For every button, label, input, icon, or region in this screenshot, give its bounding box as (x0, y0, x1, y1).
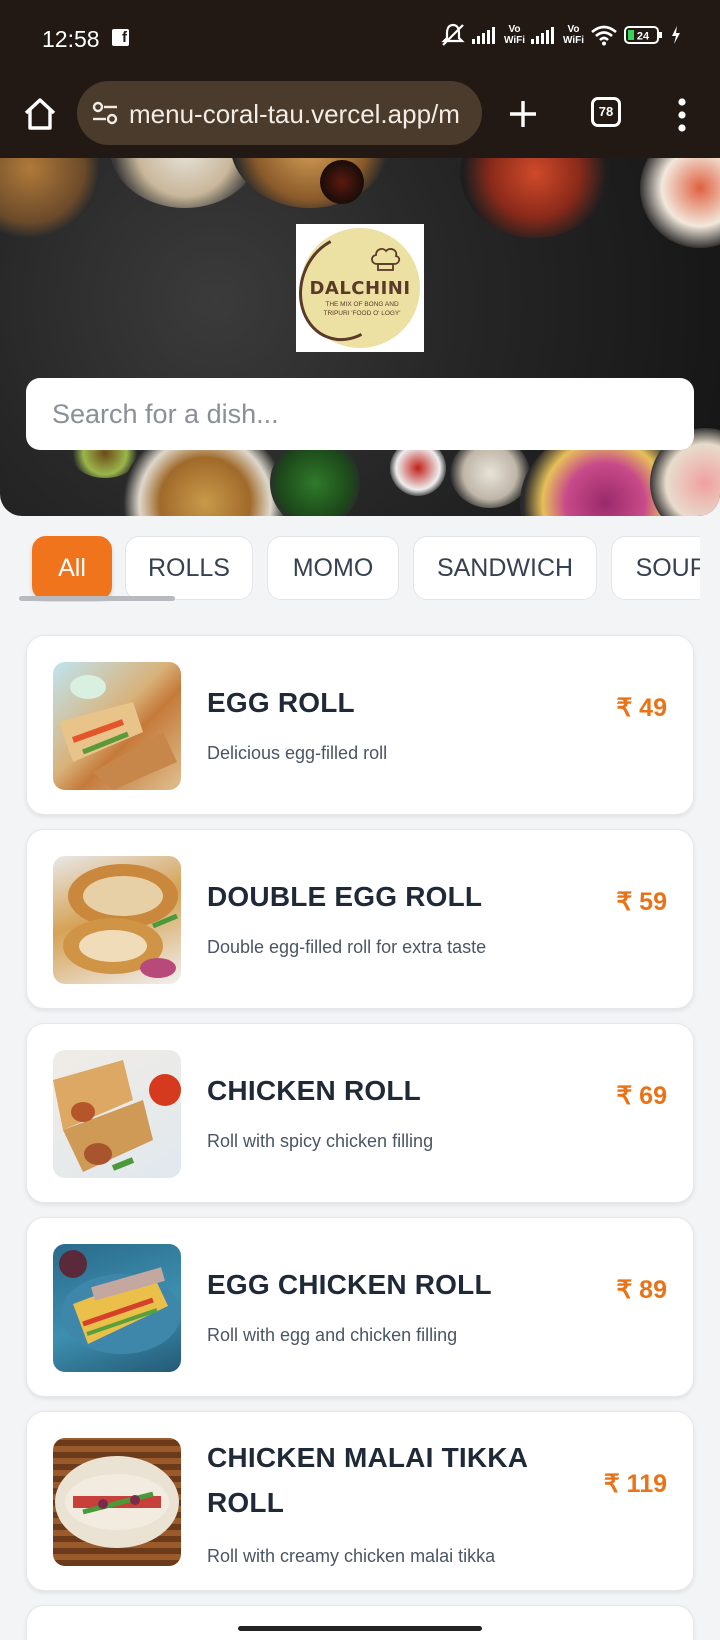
menu-item-description: Roll with spicy chicken filling (207, 1131, 434, 1151)
menu-item-card[interactable]: EGG ROLL Delicious egg-filled roll ₹ 49 (26, 635, 694, 815)
category-chip-rolls[interactable]: ROLLS (125, 536, 253, 600)
menu-item-name: EGG ROLL (207, 687, 355, 718)
menu-item-price: ₹ 119 (603, 1470, 667, 1498)
vowifi-label-top: Vo (508, 24, 521, 35)
facebook-icon: f (112, 29, 129, 46)
category-chip-all[interactable]: All (32, 536, 112, 600)
category-tabs: All ROLLS MOMO SANDWICH SOUP (0, 536, 700, 602)
menu-item-price: ₹ 89 (616, 1276, 667, 1304)
menu-item-price: ₹ 49 (616, 694, 667, 722)
menu-item-description: Roll with creamy chicken malai tikka (207, 1546, 496, 1566)
menu-item-name: CHICKEN ROLL (207, 1075, 421, 1106)
logo-brand-name: DALCHINI (309, 278, 411, 299)
menu-item-card[interactable]: EGG CHICKEN ROLL Roll with egg and chick… (26, 1217, 694, 1397)
category-chip-soup[interactable]: SOUP (611, 536, 700, 600)
menu-item-price: ₹ 69 (616, 1082, 667, 1110)
category-chip-sandwich[interactable]: SANDWICH (413, 536, 597, 600)
search-input[interactable] (26, 378, 694, 450)
menu-item-name: DOUBLE EGG ROLL (207, 881, 483, 912)
menu-item-description: Roll with egg and chicken filling (207, 1325, 458, 1345)
url-text: menu-coral-tau.vercel.app/m (129, 99, 460, 129)
chicken-malai-tikka-roll-image (53, 1438, 181, 1566)
food-decoration (0, 158, 100, 238)
vowifi-label-top: Vo (567, 24, 580, 35)
menu-item-price: ₹ 59 (616, 888, 667, 916)
battery-icon: 24 (624, 26, 662, 44)
food-decoration (640, 158, 720, 248)
menu-item-card[interactable]: CHICKEN MALAI TIKKA ROLL Roll with cream… (26, 1411, 694, 1591)
site-settings-icon[interactable] (91, 101, 119, 125)
egg-chicken-roll-image (53, 1244, 181, 1372)
food-decoration (460, 158, 610, 238)
vowifi-label-bottom: WiFi (562, 35, 584, 46)
new-tab-icon[interactable] (505, 96, 541, 132)
status-time: 12:58 (42, 26, 100, 52)
menu-item-description: Delicious egg-filled roll (207, 743, 388, 763)
more-options-icon[interactable] (670, 96, 694, 134)
home-icon[interactable] (20, 94, 60, 134)
status-bar: 12:58 f Vo WiFi Vo WiFi 24 (0, 0, 720, 76)
double-egg-roll-image (53, 856, 181, 984)
address-bar[interactable]: menu-coral-tau.vercel.app/m (77, 81, 482, 145)
food-decoration (230, 158, 390, 208)
wifi-icon (591, 25, 617, 46)
chicken-roll-image (53, 1050, 181, 1178)
menu-item-description: Double egg-filled roll for extra taste (207, 937, 487, 957)
gesture-handle (238, 1626, 482, 1631)
mute-icon (441, 23, 465, 46)
egg-roll-image (53, 662, 181, 790)
menu-item-name: EGG CHICKEN ROLL (207, 1269, 492, 1300)
status-icons: Vo WiFi Vo WiFi 24 (440, 22, 682, 48)
menu-item-card[interactable]: DOUBLE EGG ROLL Double egg-filled roll f… (26, 829, 694, 1009)
vowifi-icon: Vo WiFi (504, 24, 525, 46)
menu-item-card[interactable] (26, 1605, 694, 1640)
charging-icon (672, 26, 680, 44)
category-scroll-indicator (19, 596, 175, 601)
menu-item-name: CHICKEN MALAI TIKKA ROLL (207, 1442, 528, 1518)
vowifi-icon: Vo WiFi (563, 24, 584, 46)
signal-icon (471, 27, 495, 44)
category-chip-momo[interactable]: MOMO (267, 536, 399, 600)
search-bar (26, 378, 694, 450)
food-decoration (320, 160, 364, 204)
restaurant-logo: DALCHINI THE MIX OF BONG AND TRIPURI 'FO… (284, 221, 424, 355)
battery-level: 24 (637, 31, 650, 43)
browser-chrome: 12:58 f Vo WiFi Vo WiFi 24 menu-coral-ta… (0, 0, 720, 158)
menu-item-card[interactable]: CHICKEN ROLL Roll with spicy chicken fil… (26, 1023, 694, 1203)
signal-icon (530, 27, 554, 44)
logo-tagline: THE MIX OF BONG AND TRIPURI 'FOOD O' LOG… (323, 301, 401, 317)
hero-banner: DALCHINI THE MIX OF BONG AND TRIPURI 'FO… (0, 158, 720, 516)
vowifi-label-bottom: WiFi (503, 35, 525, 46)
tab-switcher-button[interactable]: 78 (591, 97, 621, 127)
browser-toolbar: menu-coral-tau.vercel.app/m 78 (0, 76, 720, 158)
chef-hat-icon (371, 248, 401, 271)
